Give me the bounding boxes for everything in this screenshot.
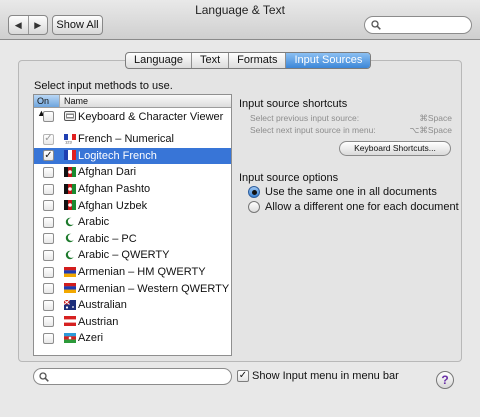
radio-button-unselected[interactable]: [248, 201, 260, 213]
list-item-label: Austrian: [78, 315, 119, 328]
list-item[interactable]: Afghan Uzbek: [34, 197, 231, 214]
list-item[interactable]: ✓ 123 French – Numerical: [34, 131, 231, 148]
list-item-label: Arabic: [78, 216, 110, 229]
forward-button[interactable]: ▶: [27, 16, 48, 34]
list-item[interactable]: Arabic – QWERTY: [34, 247, 231, 264]
column-header-on[interactable]: On ▲: [34, 95, 60, 118]
austria-flag-icon: [64, 316, 76, 327]
column-header-name[interactable]: Name: [60, 95, 231, 107]
back-forward-control: ◀ ▶: [8, 15, 48, 35]
search-icon: [371, 20, 381, 30]
enable-checkbox[interactable]: [43, 249, 54, 261]
list-item-label: Keyboard & Character Viewer: [78, 110, 224, 123]
list-item-label: Afghan Uzbek: [78, 199, 148, 212]
enable-checkbox[interactable]: [43, 266, 54, 278]
tab-language[interactable]: Language: [126, 53, 191, 68]
list-item-label: Afghan Pashto: [78, 183, 151, 196]
show-input-menu-check[interactable]: ✓: [237, 370, 249, 382]
list-item[interactable]: Arabic – PC: [34, 231, 231, 248]
afghanistan-flag-icon: [64, 166, 76, 178]
list-item[interactable]: Afghan Pashto: [34, 181, 231, 198]
next-source-shortcut: Select next input source in menu: ⌥⌘Spac…: [250, 125, 452, 136]
back-button[interactable]: ◀: [9, 16, 28, 34]
previous-source-label: Select previous input source:: [250, 113, 360, 123]
armenia-flag-icon: [64, 283, 76, 294]
enable-checkbox[interactable]: [43, 283, 54, 295]
list-item[interactable]: Afghan Dari: [34, 164, 231, 181]
list-item[interactable]: Armenian – Western QWERTY: [34, 280, 231, 297]
afghanistan-flag-icon: [64, 183, 76, 195]
tab-formats[interactable]: Formats: [228, 53, 285, 68]
next-source-key: ⌥⌘Space: [409, 125, 452, 135]
show-input-menu-checkbox[interactable]: ✓ Show Input menu in menu bar: [237, 370, 399, 382]
list-header: On ▲ Name: [34, 95, 231, 118]
tab-bar: Language Text Formats Input Sources: [125, 52, 372, 69]
list-item-label: Azeri: [78, 332, 104, 345]
options-title: Input source options: [239, 172, 339, 184]
azerbaijan-flag-icon: [64, 332, 76, 344]
list-prompt: Select input methods to use.: [34, 80, 173, 92]
window-toolbar: Language & Text ◀ ▶ Show All: [0, 0, 480, 40]
list-item[interactable]: Keyboard & Character Viewer: [34, 108, 231, 125]
radio-button-selected[interactable]: [248, 186, 260, 198]
french-flag-icon: [64, 150, 76, 161]
list-item[interactable]: ✓ Logitech French: [34, 147, 231, 165]
svg-text:123: 123: [65, 139, 72, 143]
radio-same-all-documents[interactable]: Use the same one in all documents: [248, 186, 437, 198]
radio-different-label: Allow a different one for each document: [265, 201, 459, 213]
armenia-flag-icon: [64, 266, 76, 278]
search-field[interactable]: [364, 16, 472, 34]
list-item-label: Armenian – Western QWERTY: [78, 282, 230, 295]
radio-different-each-document[interactable]: Allow a different one for each document: [248, 201, 459, 213]
input-methods-list[interactable]: On ▲ Name Keyboard & Character Viewer ✓ 12…: [33, 94, 232, 356]
enable-checkbox[interactable]: ✓: [43, 133, 54, 145]
tab-input-sources[interactable]: Input Sources: [285, 53, 371, 68]
list-item-label: French – Numerical: [78, 133, 174, 146]
australia-flag-icon: [63, 299, 76, 311]
french-flag-icon: 123: [64, 133, 76, 145]
previous-source-shortcut: Select previous input source: ⌘Space: [250, 113, 452, 124]
tab-text[interactable]: Text: [190, 53, 228, 68]
enable-checkbox[interactable]: [43, 216, 54, 228]
list-item[interactable]: Azeri: [34, 330, 231, 347]
afghanistan-flag-icon: [64, 200, 76, 211]
list-item-label: Arabic – QWERTY: [78, 249, 170, 262]
next-source-label: Select next input source in menu:: [250, 125, 376, 135]
keyboard-shortcuts-button[interactable]: Keyboard Shortcuts...: [339, 141, 451, 156]
arabic-crescent-icon: [64, 250, 76, 261]
enable-checkbox[interactable]: [43, 111, 54, 122]
list-item-label: Arabic – PC: [78, 232, 137, 245]
enable-checkbox[interactable]: [43, 332, 54, 344]
enable-checkbox[interactable]: [43, 299, 54, 311]
list-item[interactable]: Armenian – HM QWERTY: [34, 264, 231, 281]
list-item[interactable]: Arabic: [34, 214, 231, 231]
keyboard-viewer-icon: [64, 111, 76, 122]
radio-same-label: Use the same one in all documents: [265, 186, 437, 198]
list-item[interactable]: Australian: [34, 297, 231, 314]
list-item-label: Afghan Dari: [78, 166, 137, 179]
show-all-button[interactable]: Show All: [52, 15, 103, 35]
enable-checkbox[interactable]: [43, 316, 54, 328]
list-item-label: Armenian – HM QWERTY: [78, 266, 206, 279]
previous-source-key: ⌘Space: [419, 113, 452, 123]
enable-checkbox[interactable]: [43, 183, 54, 195]
enable-checkbox[interactable]: ✓: [43, 150, 54, 162]
shortcuts-title: Input source shortcuts: [239, 98, 348, 110]
enable-checkbox[interactable]: [43, 233, 54, 245]
enable-checkbox[interactable]: [43, 200, 54, 212]
list-item-label: Australian: [78, 299, 127, 312]
arabic-crescent-icon: [64, 217, 76, 228]
search-icon: [39, 371, 49, 382]
enable-checkbox[interactable]: [43, 166, 54, 178]
arabic-crescent-icon: [64, 233, 76, 244]
help-button[interactable]: ?: [436, 371, 454, 389]
list-item[interactable]: Austrian: [34, 314, 231, 331]
list-item-label: Logitech French: [78, 149, 157, 162]
input-source-search-field[interactable]: [33, 368, 232, 385]
show-input-menu-label: Show Input menu in menu bar: [252, 370, 399, 382]
